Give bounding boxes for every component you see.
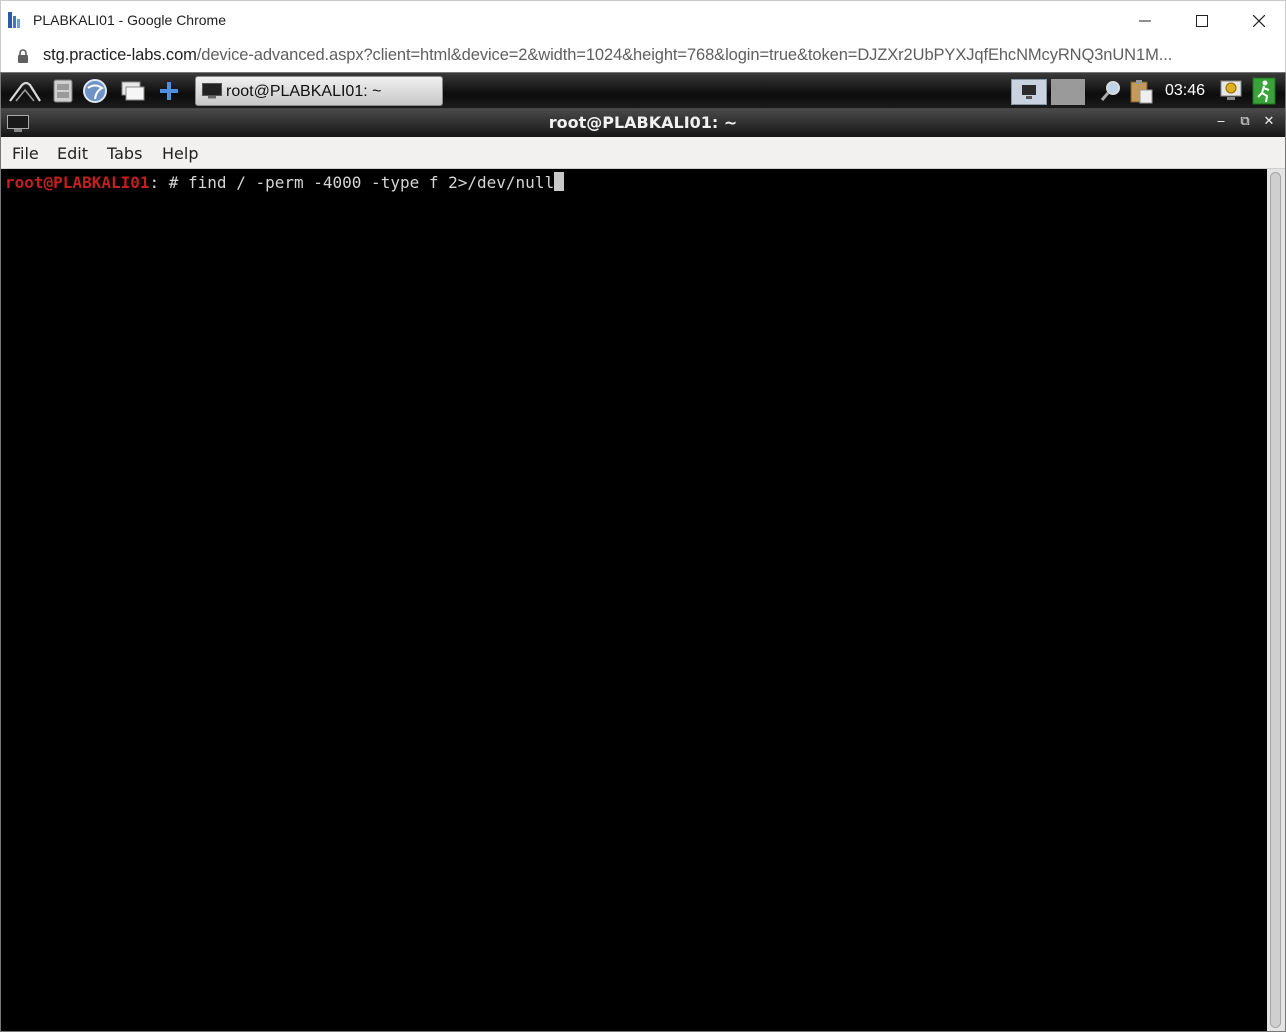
maximize-button[interactable] xyxy=(1173,1,1230,41)
close-icon xyxy=(1252,15,1265,27)
desktop-pager-2[interactable] xyxy=(1051,79,1085,105)
terminal-close-button[interactable]: ✕ xyxy=(1261,114,1277,130)
minimize-icon xyxy=(1138,20,1151,22)
browser-icon xyxy=(83,79,107,103)
close-button[interactable] xyxy=(1230,1,1286,41)
terminal-maximize-button[interactable]: ⧉ xyxy=(1237,114,1253,130)
search-tray-button[interactable] xyxy=(1097,78,1125,104)
magnifier-icon xyxy=(1100,81,1120,101)
taskbar: root@PLABKALI01: ~ 03:46 xyxy=(1,73,1285,109)
clock: 03:46 xyxy=(1165,82,1206,99)
scrollbar-thumb[interactable] xyxy=(1270,172,1281,1028)
prompt-separator: : # xyxy=(149,173,189,192)
lock-screen-button[interactable] xyxy=(1217,78,1245,104)
desktop-pager[interactable] xyxy=(1011,79,1047,105)
show-desktop-button[interactable] xyxy=(119,78,147,104)
minimize-button[interactable] xyxy=(1116,1,1173,41)
window-title: PLABKALI01 - Google Chrome xyxy=(33,12,226,28)
file-manager-icon xyxy=(53,79,73,103)
kali-menu-button[interactable] xyxy=(7,78,43,104)
lock-icon xyxy=(18,49,28,63)
add-icon xyxy=(160,82,178,100)
address-bar[interactable]: stg.practice-labs.com/device-advanced.as… xyxy=(0,40,1286,72)
restore-icon: ⧉ xyxy=(1240,114,1250,129)
site-favicon-icon xyxy=(8,12,20,28)
url-text[interactable]: stg.practice-labs.com/device-advanced.as… xyxy=(43,46,1172,65)
minimize-icon: ‒ xyxy=(1216,114,1226,129)
maximize-icon xyxy=(1195,15,1208,27)
menu-tabs[interactable]: Tabs xyxy=(107,144,142,163)
taskbar-terminal-label: root@PLABKALI01: ~ xyxy=(226,83,382,100)
url-path: /device-advanced.aspx?client=html&device… xyxy=(196,46,1173,64)
add-launcher-button[interactable] xyxy=(155,78,183,104)
text-cursor xyxy=(554,172,565,191)
command-text: find / -perm -4000 -type f 2>/dev/null xyxy=(188,173,555,192)
terminal-menu-bar: File Edit Tabs Help xyxy=(1,137,1285,169)
taskbar-terminal-button[interactable]: root@PLABKALI01: ~ xyxy=(195,76,443,106)
clipboard-tray-button[interactable] xyxy=(1127,78,1155,104)
file-manager-button[interactable] xyxy=(49,78,77,104)
menu-file[interactable]: File xyxy=(12,144,39,163)
command-line: root@PLABKALI01: # find / -perm -4000 -t… xyxy=(5,172,565,193)
show-desktop-icon xyxy=(121,81,145,101)
lock-screen-icon xyxy=(1220,80,1242,100)
kali-menu-icon xyxy=(9,81,41,102)
menu-edit[interactable]: Edit xyxy=(57,144,88,163)
remote-desktop[interactable]: root@PLABKALI01: ~ 03:46 root@PLABKALI01… xyxy=(0,72,1286,1032)
menu-help[interactable]: Help xyxy=(162,144,198,163)
close-icon: ✕ xyxy=(1263,114,1275,129)
chrome-title-bar: PLABKALI01 - Google Chrome xyxy=(0,0,1286,40)
browser-button[interactable] xyxy=(81,78,109,104)
terminal-title: root@PLABKALI01: ~ xyxy=(548,113,738,132)
terminal-minimize-button[interactable]: ‒ xyxy=(1213,114,1229,130)
terminal-title-bar[interactable]: root@PLABKALI01: ~ ‒ ⧉ ✕ xyxy=(1,109,1285,137)
logout-icon xyxy=(1252,77,1276,105)
logout-button[interactable] xyxy=(1249,77,1279,105)
prompt-user: root@PLABKALI01 xyxy=(5,173,150,192)
clipboard-icon xyxy=(1130,80,1153,104)
monitor-icon xyxy=(1022,85,1036,99)
terminal-icon xyxy=(202,83,222,99)
url-host: stg.practice-labs.com xyxy=(43,46,197,64)
terminal-output[interactable]: root@PLABKALI01: # find / -perm -4000 -t… xyxy=(1,169,1267,1031)
terminal-scrollbar[interactable] xyxy=(1267,169,1285,1031)
